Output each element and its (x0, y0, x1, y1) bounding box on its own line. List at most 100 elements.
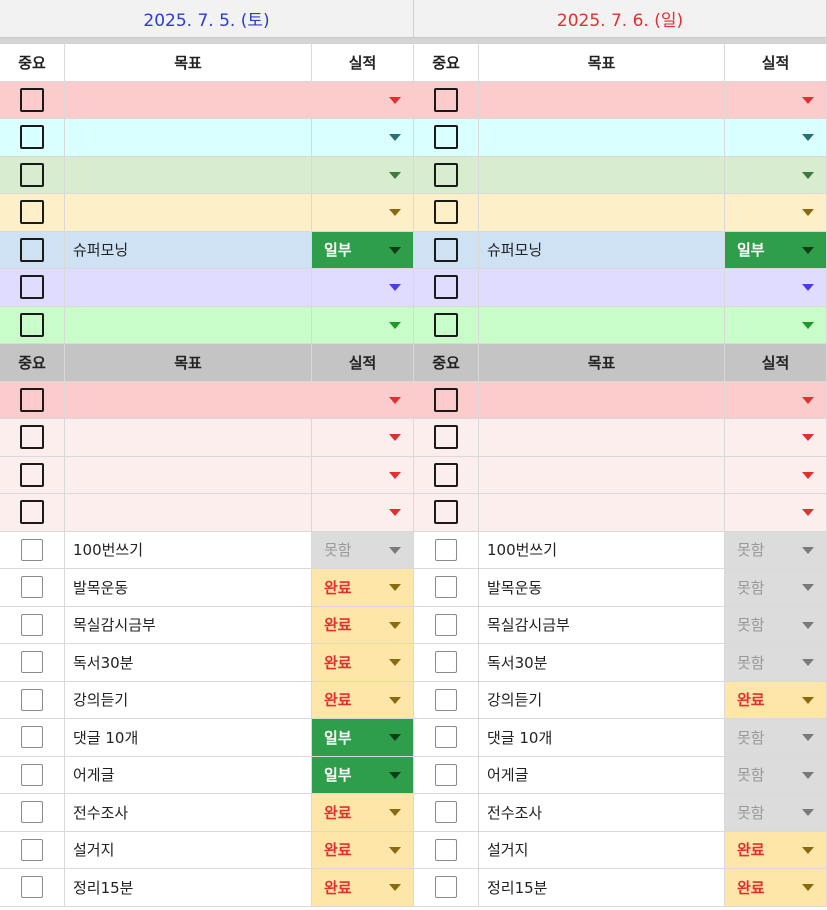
importance-checkbox[interactable] (435, 613, 457, 636)
chevron-down-icon[interactable] (389, 284, 401, 292)
chevron-down-icon[interactable] (802, 884, 814, 892)
goal-cell[interactable]: 목실감시금부 (479, 606, 725, 643)
goal-cell[interactable] (479, 419, 725, 456)
goal-cell[interactable]: 설거지 (479, 831, 725, 868)
result-dropdown[interactable] (312, 419, 414, 456)
chevron-down-icon[interactable] (389, 621, 401, 629)
result-dropdown[interactable] (725, 119, 827, 156)
result-dropdown[interactable] (312, 494, 414, 531)
chevron-down-icon[interactable] (389, 209, 401, 217)
chevron-down-icon[interactable] (802, 321, 814, 329)
goal-cell[interactable] (479, 194, 725, 231)
result-dropdown[interactable]: 완료 (312, 869, 414, 906)
importance-checkbox[interactable] (20, 500, 44, 525)
goal-cell[interactable]: 목실감시금부 (65, 606, 312, 643)
chevron-down-icon[interactable] (802, 471, 814, 479)
chevron-down-icon[interactable] (389, 771, 401, 779)
goal-cell[interactable]: 설거지 (65, 831, 312, 868)
goal-cell[interactable]: 발목운동 (65, 569, 312, 606)
chevron-down-icon[interactable] (389, 734, 401, 742)
goal-cell[interactable] (479, 494, 725, 531)
importance-checkbox[interactable] (434, 312, 458, 337)
importance-checkbox[interactable] (21, 838, 43, 861)
goal-cell[interactable] (65, 119, 312, 156)
result-dropdown[interactable]: 못함 (725, 756, 827, 793)
result-dropdown[interactable] (725, 156, 827, 193)
importance-checkbox[interactable] (434, 425, 458, 450)
goal-cell[interactable]: 전수조사 (65, 794, 312, 831)
importance-checkbox[interactable] (434, 275, 458, 300)
importance-checkbox[interactable] (21, 763, 43, 786)
chevron-down-icon[interactable] (802, 134, 814, 142)
result-dropdown[interactable]: 완료 (312, 644, 414, 681)
chevron-down-icon[interactable] (389, 546, 401, 554)
importance-checkbox[interactable] (20, 387, 44, 412)
goal-cell[interactable] (65, 419, 312, 456)
importance-checkbox[interactable] (20, 312, 44, 337)
chevron-down-icon[interactable] (389, 884, 401, 892)
goal-cell[interactable]: 정리15분 (65, 869, 312, 906)
chevron-down-icon[interactable] (802, 246, 814, 254)
goal-cell[interactable]: 댓글 10개 (65, 719, 312, 756)
result-dropdown[interactable]: 못함 (725, 606, 827, 643)
result-dropdown[interactable] (312, 306, 414, 343)
result-dropdown[interactable] (725, 494, 827, 531)
importance-checkbox[interactable] (434, 200, 458, 225)
chevron-down-icon[interactable] (802, 846, 814, 854)
goal-cell[interactable] (479, 81, 725, 118)
chevron-down-icon[interactable] (802, 284, 814, 292)
importance-checkbox[interactable] (21, 801, 43, 824)
importance-checkbox[interactable] (434, 125, 458, 150)
goal-cell[interactable] (479, 456, 725, 493)
result-dropdown[interactable] (312, 194, 414, 231)
chevron-down-icon[interactable] (802, 659, 814, 667)
chevron-down-icon[interactable] (802, 621, 814, 629)
result-dropdown[interactable]: 못함 (725, 644, 827, 681)
result-dropdown[interactable]: 완료 (725, 681, 827, 718)
result-dropdown[interactable] (725, 269, 827, 306)
goal-cell[interactable] (65, 306, 312, 343)
result-dropdown[interactable] (312, 381, 414, 418)
chevron-down-icon[interactable] (389, 434, 401, 442)
importance-checkbox[interactable] (21, 726, 43, 749)
importance-checkbox[interactable] (20, 200, 44, 225)
chevron-down-icon[interactable] (389, 809, 401, 817)
importance-checkbox[interactable] (21, 876, 43, 899)
importance-checkbox[interactable] (435, 538, 457, 561)
importance-checkbox[interactable] (21, 576, 43, 599)
result-dropdown[interactable] (725, 419, 827, 456)
result-dropdown[interactable]: 못함 (725, 531, 827, 568)
goal-cell[interactable]: 강의듣기 (65, 681, 312, 718)
result-dropdown[interactable]: 못함 (725, 569, 827, 606)
goal-cell[interactable] (479, 381, 725, 418)
goal-cell[interactable] (65, 494, 312, 531)
result-dropdown[interactable]: 완료 (312, 794, 414, 831)
goal-cell[interactable] (65, 269, 312, 306)
goal-cell[interactable]: 댓글 10개 (479, 719, 725, 756)
importance-checkbox[interactable] (435, 876, 457, 899)
result-dropdown[interactable] (312, 119, 414, 156)
importance-checkbox[interactable] (20, 275, 44, 300)
result-dropdown[interactable]: 일부 (725, 231, 827, 268)
importance-checkbox[interactable] (434, 500, 458, 525)
importance-checkbox[interactable] (435, 726, 457, 749)
importance-checkbox[interactable] (20, 162, 44, 187)
result-dropdown[interactable]: 일부 (312, 719, 414, 756)
chevron-down-icon[interactable] (389, 321, 401, 329)
goal-cell[interactable]: 독서30분 (65, 644, 312, 681)
goal-cell[interactable]: 100번쓰기 (65, 531, 312, 568)
importance-checkbox[interactable] (20, 462, 44, 487)
result-dropdown[interactable]: 완료 (312, 681, 414, 718)
goal-cell[interactable]: 정리15분 (479, 869, 725, 906)
result-dropdown[interactable] (725, 194, 827, 231)
result-dropdown[interactable]: 완료 (725, 869, 827, 906)
goal-cell[interactable]: 어게글 (479, 756, 725, 793)
goal-cell[interactable]: 100번쓰기 (479, 531, 725, 568)
chevron-down-icon[interactable] (802, 734, 814, 742)
goal-cell[interactable] (65, 156, 312, 193)
result-dropdown[interactable] (725, 81, 827, 118)
chevron-down-icon[interactable] (802, 509, 814, 517)
importance-checkbox[interactable] (435, 838, 457, 861)
chevron-down-icon[interactable] (389, 509, 401, 517)
importance-checkbox[interactable] (21, 613, 43, 636)
